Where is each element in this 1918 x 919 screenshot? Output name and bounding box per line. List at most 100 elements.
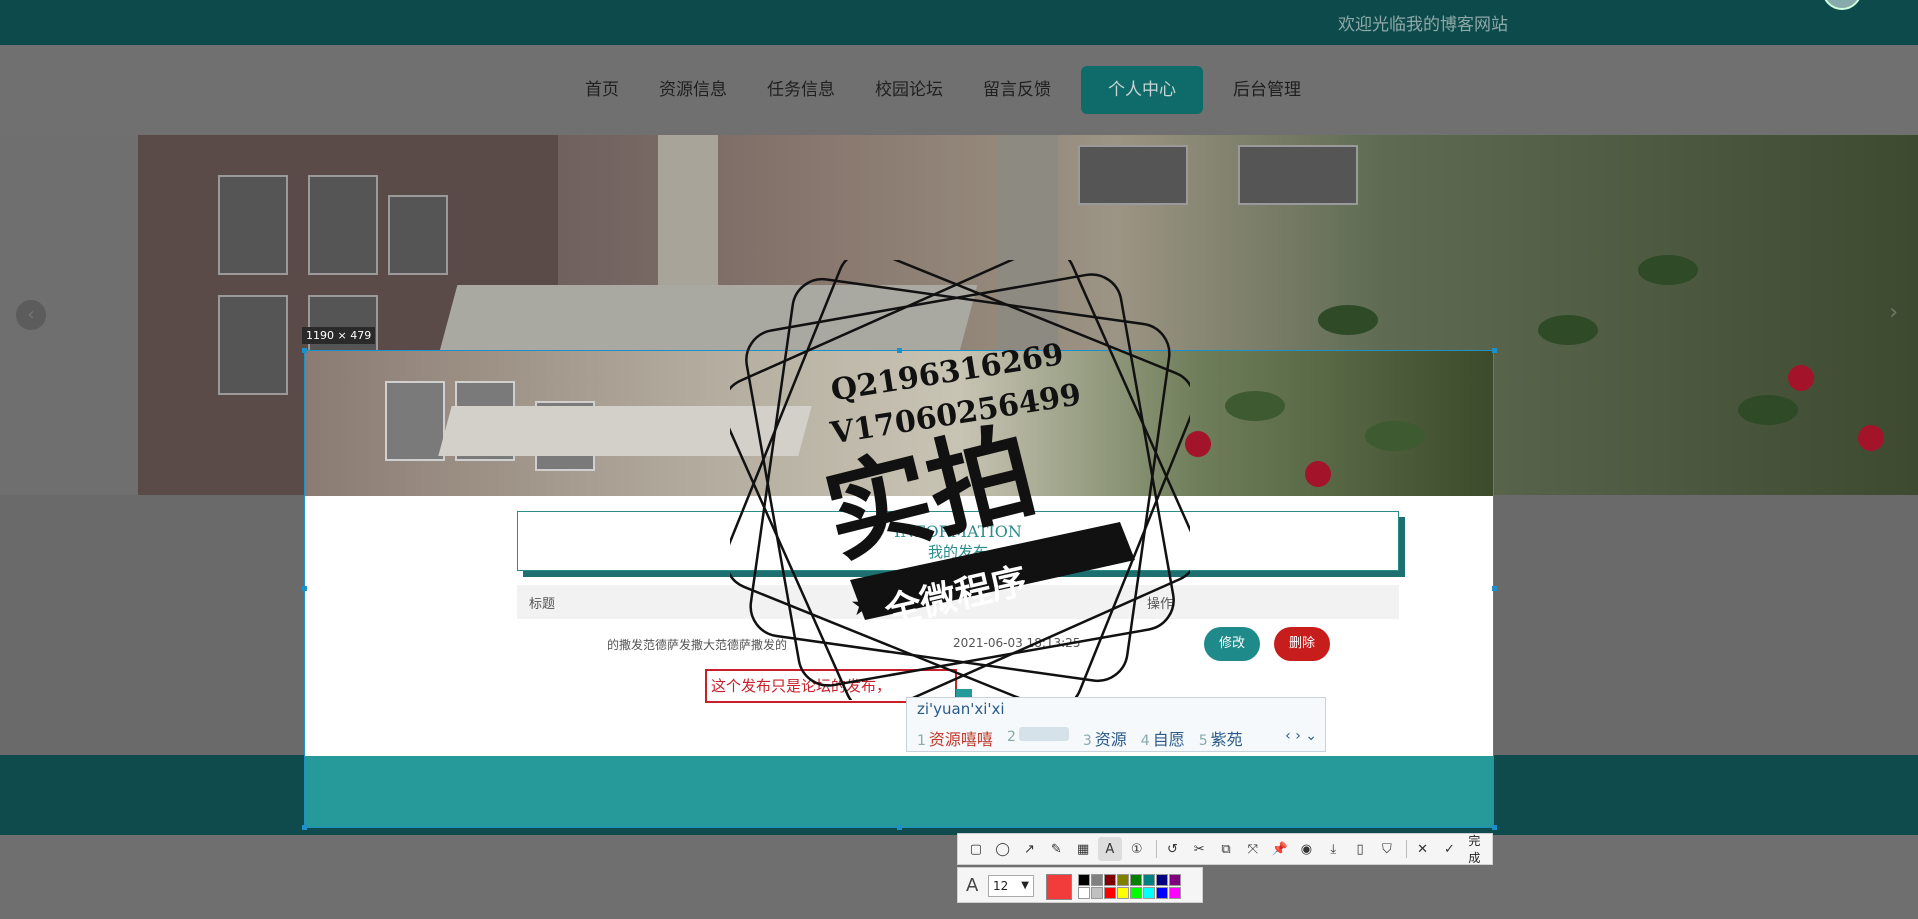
resize-handle-t[interactable] [897, 348, 902, 353]
resize-handle-r[interactable] [1492, 586, 1497, 591]
column-header-actions: 操作 [1147, 597, 1174, 612]
building-window [308, 175, 378, 275]
building-window [385, 381, 445, 461]
building-window [218, 175, 288, 275]
color-swatch[interactable] [1078, 874, 1090, 886]
flower [1185, 431, 1211, 457]
flower [1858, 425, 1884, 451]
capture-selection[interactable]: INFORMATION 我的发布 标题 操作 的撒发范德萨发撒大范德萨撒发的 2… [304, 350, 1494, 828]
carousel-next-icon[interactable]: › [1889, 300, 1898, 325]
nav-item-tasks[interactable]: 任务信息 [747, 66, 855, 114]
nav-item-resources[interactable]: 资源信息 [639, 66, 747, 114]
main-navbar: 首页 资源信息 任务信息 校园论坛 留言反馈 个人中心 后台管理 [0, 45, 1918, 135]
check-icon[interactable]: ✓ [1438, 837, 1462, 861]
leaf [1738, 395, 1798, 425]
text-icon[interactable]: A [1097, 837, 1122, 861]
resize-handle-bl[interactable] [302, 825, 307, 830]
ime-candidate[interactable]: 5 紫苑 [1199, 726, 1243, 750]
edit-button[interactable]: 修改 [1204, 627, 1260, 661]
nav-item-forum[interactable]: 校园论坛 [855, 66, 963, 114]
color-swatch[interactable] [1143, 874, 1155, 886]
toolbar-divider [1155, 840, 1157, 858]
done-button[interactable]: 完成 [1468, 832, 1492, 866]
color-swatch[interactable] [1078, 887, 1090, 899]
ime-page-nav[interactable]: ‹ › ⌄ [1285, 728, 1317, 744]
color-swatch[interactable] [1143, 887, 1155, 899]
delete-button[interactable]: 删除 [1274, 627, 1330, 661]
ime-candidate-window[interactable]: zi'yuan'xi'xi 1 资源嘻嘻 2 3 资源 4 自愿 5 紫苑 ‹ › ⌄ [906, 697, 1326, 752]
row-date: 2021-06-03 18:13:25 [953, 636, 1081, 650]
chevron-down-icon: ▼ [1021, 880, 1029, 891]
color-swatch[interactable] [1169, 874, 1181, 886]
color-swatch[interactable] [1091, 874, 1103, 886]
leaf [1365, 421, 1425, 451]
color-swatch[interactable] [1156, 874, 1168, 886]
ime-candidate[interactable]: 4 自愿 [1141, 726, 1185, 750]
color-swatch[interactable] [1117, 887, 1129, 899]
color-swatch[interactable] [1104, 874, 1116, 886]
color-swatch[interactable] [1156, 887, 1168, 899]
record-icon[interactable]: ◉ [1295, 837, 1319, 861]
resize-handle-l[interactable] [302, 586, 307, 591]
avatar[interactable] [1822, 0, 1862, 10]
bookmark-icon[interactable]: ⛉ [1375, 837, 1399, 861]
leaf [1538, 315, 1598, 345]
ime-candidate-list: 1 资源嘻嘻 2 3 资源 4 自愿 5 紫苑 [917, 726, 1243, 750]
download-icon[interactable]: ⤓ [1321, 837, 1345, 861]
ime-candidate-image [1018, 727, 1069, 741]
selection-footer [305, 756, 1493, 827]
building-window [388, 195, 448, 275]
nav-item-admin[interactable]: 后台管理 [1213, 66, 1321, 114]
leaf [1638, 255, 1698, 285]
resize-handle-tl[interactable] [302, 348, 307, 353]
resize-handle-br[interactable] [1492, 825, 1497, 830]
ime-candidate[interactable]: 3 资源 [1083, 726, 1127, 750]
flower [1788, 365, 1814, 391]
nav-item-home[interactable]: 首页 [565, 66, 639, 114]
ellipse-icon[interactable]: ◯ [991, 837, 1015, 861]
number-icon[interactable]: ① [1125, 837, 1149, 861]
rectangle-icon[interactable]: ▢ [964, 837, 988, 861]
color-swatch[interactable] [1130, 887, 1142, 899]
row-title: 的撒发范德萨发撒大范德萨撒发的 [607, 638, 788, 652]
welcome-text: 欢迎光临我的博客网站 [1338, 15, 1508, 35]
color-swatch[interactable] [1091, 887, 1103, 899]
resize-handle-b[interactable] [897, 825, 902, 830]
info-title-en: INFORMATION [894, 522, 1022, 541]
selection-dimensions: 1190 × 479 [302, 327, 376, 344]
color-swatch[interactable] [1169, 887, 1181, 899]
toolbar-divider [1405, 840, 1407, 858]
scroll-capture-icon[interactable]: ⤧ [1241, 837, 1265, 861]
ocr-icon[interactable]: ✂ [1187, 837, 1211, 861]
nav-item-feedback[interactable]: 留言反馈 [963, 66, 1071, 114]
snip-toolbar: ▢ ◯ ↗ ✎ ▦ A ① ↺ ✂ ⧉ ⤧ 📌 ◉ ⤓ ▯ ⛉ ✕ ✓ 完成 [957, 833, 1493, 865]
translate-icon[interactable]: ⧉ [1214, 837, 1238, 861]
close-icon[interactable]: ✕ [1411, 837, 1435, 861]
carousel-prev-icon[interactable]: ‹ [16, 300, 46, 330]
leaf [1318, 305, 1378, 335]
font-size-select[interactable]: 12 ▼ [988, 875, 1034, 897]
nav-item-personal-center[interactable]: 个人中心 [1081, 66, 1203, 114]
flower [1305, 461, 1331, 487]
pen-icon[interactable]: ✎ [1044, 837, 1068, 861]
resize-handle-tr[interactable] [1492, 348, 1497, 353]
building-window [1078, 145, 1188, 205]
mosaic-icon[interactable]: ▦ [1071, 837, 1095, 861]
ime-candidate[interactable]: 1 资源嘻嘻 [917, 726, 993, 750]
phone-icon[interactable]: ▯ [1348, 837, 1372, 861]
pin-icon[interactable]: 📌 [1268, 837, 1292, 861]
undo-icon[interactable]: ↺ [1161, 837, 1185, 861]
table-header: 标题 操作 [517, 585, 1399, 619]
text-properties-bar: A 12 ▼ [957, 867, 1203, 903]
color-swatch[interactable] [1117, 874, 1129, 886]
leaf [1225, 391, 1285, 421]
top-header: 欢迎光临我的博客网站 [0, 0, 1918, 45]
arrow-icon[interactable]: ↗ [1018, 837, 1042, 861]
entrance-canopy [438, 406, 812, 456]
nav-menu: 首页 资源信息 任务信息 校园论坛 留言反馈 个人中心 后台管理 [565, 66, 1321, 114]
current-color-swatch[interactable] [1046, 874, 1072, 900]
info-title-cn: 我的发布 [927, 543, 988, 561]
color-swatch[interactable] [1130, 874, 1142, 886]
color-swatch[interactable] [1104, 887, 1116, 899]
ime-candidate[interactable]: 2 [1007, 726, 1069, 750]
